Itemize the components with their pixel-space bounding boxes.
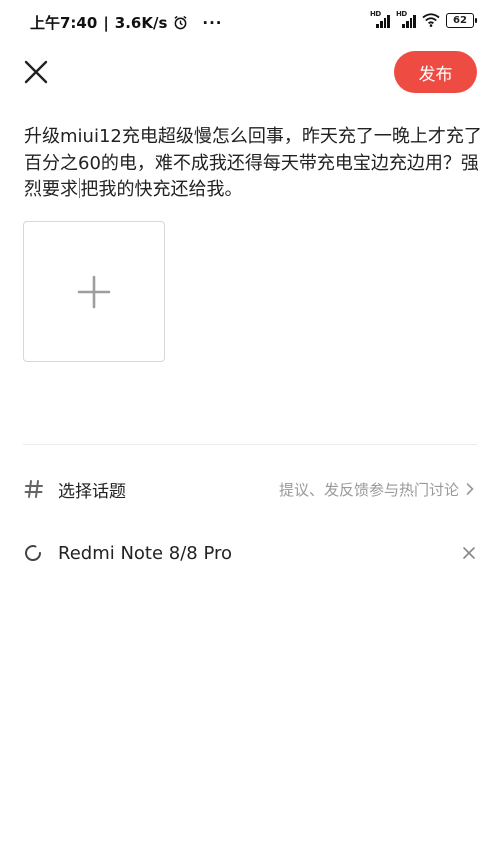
signal-icon-2: HD (396, 10, 416, 28)
hash-icon (24, 480, 43, 498)
post-text-editor[interactable]: 升级miui12充电超级慢怎么回事，昨天充了一晚上才充了百分之60的电，难不成我… (24, 124, 484, 204)
status-left: 上午7:40 | 3.6K/s ··· (30, 12, 223, 33)
wifi-icon (422, 13, 440, 27)
device-label: Redmi Note 8/8 Pro (58, 542, 233, 564)
status-time: 上午7:40 (30, 14, 98, 32)
close-button[interactable] (22, 58, 50, 86)
publish-label: 发布 (418, 64, 453, 85)
signal-icon-1: HD (370, 10, 390, 28)
divider (23, 444, 477, 445)
post-text-after-cursor: 把我的快充还给我。 (80, 179, 243, 200)
signal-hd-label-2: HD (396, 10, 407, 18)
more-dots: ··· (202, 13, 223, 32)
add-image-button[interactable] (23, 221, 165, 362)
battery-level: 62 (453, 14, 467, 26)
network-speed: 3.6K/s (114, 13, 168, 32)
plus-icon (77, 275, 111, 308)
select-topic-hint: 提议、发反馈参与热门讨论 (278, 480, 459, 499)
battery-icon: 62 (446, 12, 477, 28)
chevron-right-icon (466, 483, 474, 495)
status-bar: 上午7:40 | 3.6K/s ··· HD HD 62 (0, 0, 500, 44)
close-icon (24, 60, 48, 84)
loading-icon (25, 545, 42, 562)
signal-hd-label-1: HD (370, 10, 381, 18)
publish-button[interactable]: 发布 (394, 51, 477, 93)
select-topic-row[interactable]: 选择话题 提议、发反馈参与热门讨论 (23, 470, 477, 508)
select-topic-label: 选择话题 (58, 481, 126, 502)
status-right: HD HD 62 (370, 10, 477, 28)
close-small-icon[interactable] (461, 545, 477, 561)
status-separator: | (103, 13, 109, 32)
device-tag-row: Redmi Note 8/8 Pro (23, 534, 477, 572)
alarm-icon (174, 15, 187, 30)
